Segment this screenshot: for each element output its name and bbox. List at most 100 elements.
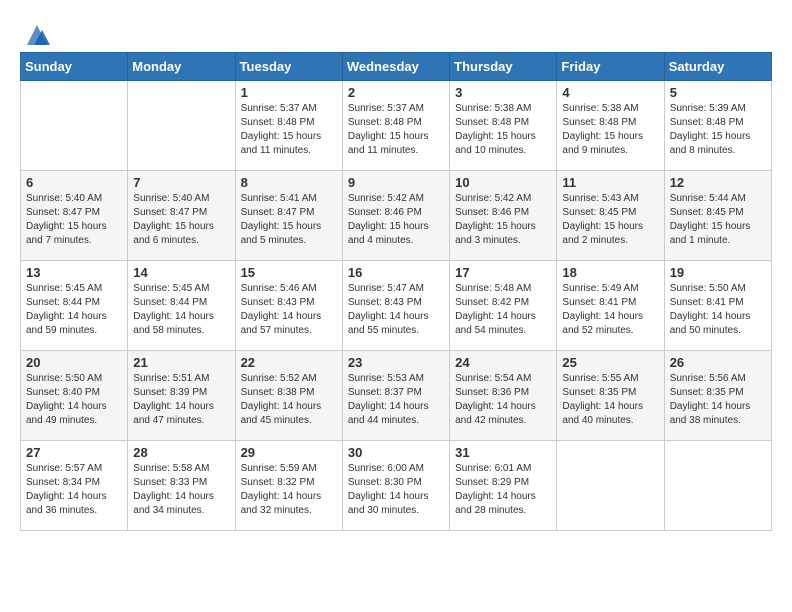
calendar-cell: 6 Sunrise: 5:40 AM Sunset: 8:47 PM Daylig…: [21, 171, 128, 261]
day-info: Sunrise: 5:42 AM Sunset: 8:46 PM Dayligh…: [455, 192, 551, 248]
calendar-cell: 16 Sunrise: 5:47 AM Sunset: 8:43 PM Dayli…: [342, 261, 449, 351]
calendar-cell: 1 Sunrise: 5:37 AM Sunset: 8:48 PM Daylig…: [235, 81, 342, 171]
day-number: 20: [26, 355, 122, 370]
calendar-day-header: Monday: [128, 53, 235, 81]
calendar-cell: 27 Sunrise: 5:57 AM Sunset: 8:34 PM Dayli…: [21, 441, 128, 531]
day-info: Sunrise: 6:00 AM Sunset: 8:30 PM Dayligh…: [348, 462, 444, 518]
day-number: 3: [455, 85, 551, 100]
day-info: Sunrise: 5:40 AM Sunset: 8:47 PM Dayligh…: [26, 192, 122, 248]
day-info: Sunrise: 5:44 AM Sunset: 8:45 PM Dayligh…: [670, 192, 766, 248]
calendar-week-row: 13 Sunrise: 5:45 AM Sunset: 8:44 PM Dayli…: [21, 261, 772, 351]
day-info: Sunrise: 5:37 AM Sunset: 8:48 PM Dayligh…: [241, 102, 337, 158]
day-info: Sunrise: 5:38 AM Sunset: 8:48 PM Dayligh…: [562, 102, 658, 158]
calendar-cell: 24 Sunrise: 5:54 AM Sunset: 8:36 PM Dayli…: [450, 351, 557, 441]
day-info: Sunrise: 5:37 AM Sunset: 8:48 PM Dayligh…: [348, 102, 444, 158]
day-info: Sunrise: 5:46 AM Sunset: 8:43 PM Dayligh…: [241, 282, 337, 338]
day-number: 1: [241, 85, 337, 100]
calendar-cell: 29 Sunrise: 5:59 AM Sunset: 8:32 PM Dayli…: [235, 441, 342, 531]
calendar-cell: 22 Sunrise: 5:52 AM Sunset: 8:38 PM Dayli…: [235, 351, 342, 441]
day-info: Sunrise: 5:43 AM Sunset: 8:45 PM Dayligh…: [562, 192, 658, 248]
day-info: Sunrise: 5:52 AM Sunset: 8:38 PM Dayligh…: [241, 372, 337, 428]
calendar-cell: 7Sunrise: 5:40 AM Sunset: 8:47 PM Daylig…: [128, 171, 235, 261]
calendar-week-row: 6 Sunrise: 5:40 AM Sunset: 8:47 PM Daylig…: [21, 171, 772, 261]
day-number: 13: [26, 265, 122, 280]
day-number: 29: [241, 445, 337, 460]
day-info: Sunrise: 5:49 AM Sunset: 8:41 PM Dayligh…: [562, 282, 658, 338]
day-info: Sunrise: 5:47 AM Sunset: 8:43 PM Dayligh…: [348, 282, 444, 338]
day-number: 7: [133, 175, 229, 190]
calendar-cell: 18 Sunrise: 5:49 AM Sunset: 8:41 PM Dayli…: [557, 261, 664, 351]
day-info: Sunrise: 5:41 AM Sunset: 8:47 PM Dayligh…: [241, 192, 337, 248]
calendar-cell: 5Sunrise: 5:39 AM Sunset: 8:48 PM Daylig…: [664, 81, 771, 171]
calendar-cell: 2 Sunrise: 5:37 AM Sunset: 8:48 PM Daylig…: [342, 81, 449, 171]
day-info: Sunrise: 5:56 AM Sunset: 8:35 PM Dayligh…: [670, 372, 766, 428]
day-number: 11: [562, 175, 658, 190]
day-info: Sunrise: 5:55 AM Sunset: 8:35 PM Dayligh…: [562, 372, 658, 428]
day-info: Sunrise: 5:57 AM Sunset: 8:34 PM Dayligh…: [26, 462, 122, 518]
calendar-cell: 17 Sunrise: 5:48 AM Sunset: 8:42 PM Dayli…: [450, 261, 557, 351]
calendar-cell: 10 Sunrise: 5:42 AM Sunset: 8:46 PM Dayli…: [450, 171, 557, 261]
day-number: 19: [670, 265, 766, 280]
day-number: 18: [562, 265, 658, 280]
calendar-day-header: Saturday: [664, 53, 771, 81]
calendar-day-header: Tuesday: [235, 53, 342, 81]
day-info: Sunrise: 5:58 AM Sunset: 8:33 PM Dayligh…: [133, 462, 229, 518]
day-number: 2: [348, 85, 444, 100]
calendar-cell: 19 Sunrise: 5:50 AM Sunset: 8:41 PM Dayli…: [664, 261, 771, 351]
day-number: 31: [455, 445, 551, 460]
calendar-day-header: Thursday: [450, 53, 557, 81]
page-header: [20, 20, 772, 42]
calendar-cell: 3Sunrise: 5:38 AM Sunset: 8:48 PM Daylig…: [450, 81, 557, 171]
day-number: 24: [455, 355, 551, 370]
day-info: Sunrise: 5:42 AM Sunset: 8:46 PM Dayligh…: [348, 192, 444, 248]
day-info: Sunrise: 5:45 AM Sunset: 8:44 PM Dayligh…: [26, 282, 122, 338]
day-number: 15: [241, 265, 337, 280]
day-number: 26: [670, 355, 766, 370]
calendar-cell: 15 Sunrise: 5:46 AM Sunset: 8:43 PM Dayli…: [235, 261, 342, 351]
calendar-table: SundayMondayTuesdayWednesdayThursdayFrid…: [20, 52, 772, 531]
day-number: 17: [455, 265, 551, 280]
day-number: 9: [348, 175, 444, 190]
calendar-cell: 21Sunrise: 5:51 AM Sunset: 8:39 PM Dayli…: [128, 351, 235, 441]
day-number: 21: [133, 355, 229, 370]
day-number: 30: [348, 445, 444, 460]
day-number: 23: [348, 355, 444, 370]
calendar-cell: 8Sunrise: 5:41 AM Sunset: 8:47 PM Daylig…: [235, 171, 342, 261]
day-number: 10: [455, 175, 551, 190]
day-number: 5: [670, 85, 766, 100]
calendar-cell: 12Sunrise: 5:44 AM Sunset: 8:45 PM Dayli…: [664, 171, 771, 261]
day-info: Sunrise: 5:59 AM Sunset: 8:32 PM Dayligh…: [241, 462, 337, 518]
calendar-cell: 28 Sunrise: 5:58 AM Sunset: 8:33 PM Dayli…: [128, 441, 235, 531]
calendar-cell: 23 Sunrise: 5:53 AM Sunset: 8:37 PM Dayli…: [342, 351, 449, 441]
day-number: 22: [241, 355, 337, 370]
day-number: 4: [562, 85, 658, 100]
calendar-cell: [557, 441, 664, 531]
day-number: 16: [348, 265, 444, 280]
logo: [20, 20, 52, 42]
calendar-week-row: 27 Sunrise: 5:57 AM Sunset: 8:34 PM Dayli…: [21, 441, 772, 531]
day-number: 6: [26, 175, 122, 190]
day-number: 25: [562, 355, 658, 370]
day-info: Sunrise: 5:45 AM Sunset: 8:44 PM Dayligh…: [133, 282, 229, 338]
day-info: Sunrise: 5:54 AM Sunset: 8:36 PM Dayligh…: [455, 372, 551, 428]
calendar-cell: [664, 441, 771, 531]
day-info: Sunrise: 6:01 AM Sunset: 8:29 PM Dayligh…: [455, 462, 551, 518]
calendar-header-row: SundayMondayTuesdayWednesdayThursdayFrid…: [21, 53, 772, 81]
day-info: Sunrise: 5:48 AM Sunset: 8:42 PM Dayligh…: [455, 282, 551, 338]
calendar-day-header: Sunday: [21, 53, 128, 81]
calendar-cell: [21, 81, 128, 171]
day-number: 14: [133, 265, 229, 280]
calendar-cell: 31 Sunrise: 6:01 AM Sunset: 8:29 PM Dayli…: [450, 441, 557, 531]
calendar-week-row: 20 Sunrise: 5:50 AM Sunset: 8:40 PM Dayli…: [21, 351, 772, 441]
calendar-cell: 20 Sunrise: 5:50 AM Sunset: 8:40 PM Dayli…: [21, 351, 128, 441]
calendar-cell: 4 Sunrise: 5:38 AM Sunset: 8:48 PM Daylig…: [557, 81, 664, 171]
day-info: Sunrise: 5:53 AM Sunset: 8:37 PM Dayligh…: [348, 372, 444, 428]
day-number: 28: [133, 445, 229, 460]
calendar-cell: 13 Sunrise: 5:45 AM Sunset: 8:44 PM Dayli…: [21, 261, 128, 351]
calendar-cell: 11 Sunrise: 5:43 AM Sunset: 8:45 PM Dayli…: [557, 171, 664, 261]
day-number: 27: [26, 445, 122, 460]
calendar-cell: 14 Sunrise: 5:45 AM Sunset: 8:44 PM Dayli…: [128, 261, 235, 351]
day-info: Sunrise: 5:50 AM Sunset: 8:41 PM Dayligh…: [670, 282, 766, 338]
calendar-cell: 26 Sunrise: 5:56 AM Sunset: 8:35 PM Dayli…: [664, 351, 771, 441]
day-info: Sunrise: 5:50 AM Sunset: 8:40 PM Dayligh…: [26, 372, 122, 428]
